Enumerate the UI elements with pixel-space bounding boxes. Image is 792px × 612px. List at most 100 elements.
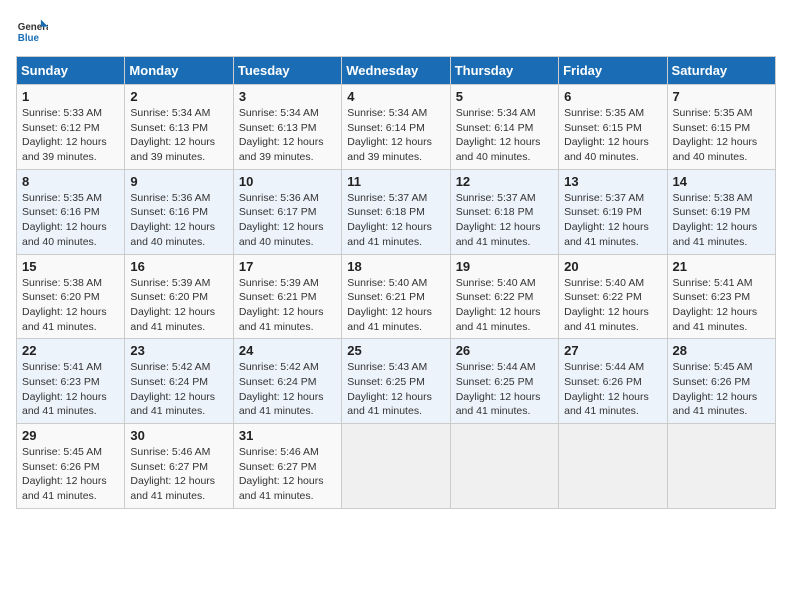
day-info: Sunrise: 5:43 AMSunset: 6:25 PMDaylight:… [347, 361, 432, 417]
calendar-cell [667, 424, 775, 509]
calendar-cell: 30 Sunrise: 5:46 AMSunset: 6:27 PMDaylig… [125, 424, 233, 509]
calendar-cell: 1 Sunrise: 5:33 AMSunset: 6:12 PMDayligh… [17, 85, 125, 170]
weekday-header: Monday [125, 57, 233, 85]
day-number: 10 [239, 174, 336, 189]
day-info: Sunrise: 5:39 AMSunset: 6:20 PMDaylight:… [130, 277, 215, 333]
day-info: Sunrise: 5:46 AMSunset: 6:27 PMDaylight:… [239, 446, 324, 502]
logo: General Blue [16, 16, 48, 48]
logo-icon: General Blue [16, 16, 48, 48]
calendar-cell: 10 Sunrise: 5:36 AMSunset: 6:17 PMDaylig… [233, 169, 341, 254]
day-number: 2 [130, 89, 227, 104]
day-info: Sunrise: 5:38 AMSunset: 6:19 PMDaylight:… [673, 192, 758, 248]
day-number: 27 [564, 343, 661, 358]
day-info: Sunrise: 5:44 AMSunset: 6:26 PMDaylight:… [564, 361, 649, 417]
day-info: Sunrise: 5:34 AMSunset: 6:14 PMDaylight:… [347, 107, 432, 163]
day-info: Sunrise: 5:37 AMSunset: 6:18 PMDaylight:… [456, 192, 541, 248]
calendar-table: SundayMondayTuesdayWednesdayThursdayFrid… [16, 56, 776, 509]
day-number: 26 [456, 343, 553, 358]
calendar-cell: 29 Sunrise: 5:45 AMSunset: 6:26 PMDaylig… [17, 424, 125, 509]
calendar-cell: 18 Sunrise: 5:40 AMSunset: 6:21 PMDaylig… [342, 254, 450, 339]
calendar-cell [450, 424, 558, 509]
day-info: Sunrise: 5:38 AMSunset: 6:20 PMDaylight:… [22, 277, 107, 333]
svg-text:Blue: Blue [18, 33, 40, 44]
day-number: 8 [22, 174, 119, 189]
calendar-cell [559, 424, 667, 509]
day-info: Sunrise: 5:42 AMSunset: 6:24 PMDaylight:… [239, 361, 324, 417]
day-info: Sunrise: 5:45 AMSunset: 6:26 PMDaylight:… [22, 446, 107, 502]
weekday-header: Thursday [450, 57, 558, 85]
day-number: 28 [673, 343, 770, 358]
day-number: 23 [130, 343, 227, 358]
calendar-cell: 23 Sunrise: 5:42 AMSunset: 6:24 PMDaylig… [125, 339, 233, 424]
day-info: Sunrise: 5:42 AMSunset: 6:24 PMDaylight:… [130, 361, 215, 417]
calendar-cell: 27 Sunrise: 5:44 AMSunset: 6:26 PMDaylig… [559, 339, 667, 424]
day-number: 13 [564, 174, 661, 189]
calendar-cell: 17 Sunrise: 5:39 AMSunset: 6:21 PMDaylig… [233, 254, 341, 339]
page-header: General Blue [16, 16, 776, 48]
calendar-cell: 21 Sunrise: 5:41 AMSunset: 6:23 PMDaylig… [667, 254, 775, 339]
day-info: Sunrise: 5:34 AMSunset: 6:13 PMDaylight:… [130, 107, 215, 163]
calendar-cell: 14 Sunrise: 5:38 AMSunset: 6:19 PMDaylig… [667, 169, 775, 254]
day-number: 16 [130, 259, 227, 274]
day-info: Sunrise: 5:45 AMSunset: 6:26 PMDaylight:… [673, 361, 758, 417]
calendar-cell: 11 Sunrise: 5:37 AMSunset: 6:18 PMDaylig… [342, 169, 450, 254]
calendar-week-row: 29 Sunrise: 5:45 AMSunset: 6:26 PMDaylig… [17, 424, 776, 509]
day-info: Sunrise: 5:37 AMSunset: 6:19 PMDaylight:… [564, 192, 649, 248]
day-info: Sunrise: 5:44 AMSunset: 6:25 PMDaylight:… [456, 361, 541, 417]
day-number: 17 [239, 259, 336, 274]
weekday-header: Saturday [667, 57, 775, 85]
calendar-week-row: 22 Sunrise: 5:41 AMSunset: 6:23 PMDaylig… [17, 339, 776, 424]
day-number: 29 [22, 428, 119, 443]
calendar-week-row: 15 Sunrise: 5:38 AMSunset: 6:20 PMDaylig… [17, 254, 776, 339]
day-number: 30 [130, 428, 227, 443]
day-number: 15 [22, 259, 119, 274]
day-number: 19 [456, 259, 553, 274]
calendar-cell [342, 424, 450, 509]
day-number: 4 [347, 89, 444, 104]
day-number: 22 [22, 343, 119, 358]
calendar-cell: 16 Sunrise: 5:39 AMSunset: 6:20 PMDaylig… [125, 254, 233, 339]
weekday-header: Tuesday [233, 57, 341, 85]
day-info: Sunrise: 5:36 AMSunset: 6:16 PMDaylight:… [130, 192, 215, 248]
day-info: Sunrise: 5:40 AMSunset: 6:22 PMDaylight:… [456, 277, 541, 333]
day-number: 21 [673, 259, 770, 274]
day-info: Sunrise: 5:36 AMSunset: 6:17 PMDaylight:… [239, 192, 324, 248]
calendar-cell: 6 Sunrise: 5:35 AMSunset: 6:15 PMDayligh… [559, 85, 667, 170]
day-info: Sunrise: 5:35 AMSunset: 6:16 PMDaylight:… [22, 192, 107, 248]
day-info: Sunrise: 5:40 AMSunset: 6:22 PMDaylight:… [564, 277, 649, 333]
calendar-cell: 4 Sunrise: 5:34 AMSunset: 6:14 PMDayligh… [342, 85, 450, 170]
calendar-cell: 5 Sunrise: 5:34 AMSunset: 6:14 PMDayligh… [450, 85, 558, 170]
day-number: 1 [22, 89, 119, 104]
calendar-cell: 15 Sunrise: 5:38 AMSunset: 6:20 PMDaylig… [17, 254, 125, 339]
day-info: Sunrise: 5:35 AMSunset: 6:15 PMDaylight:… [673, 107, 758, 163]
day-number: 3 [239, 89, 336, 104]
calendar-cell: 7 Sunrise: 5:35 AMSunset: 6:15 PMDayligh… [667, 85, 775, 170]
calendar-cell: 24 Sunrise: 5:42 AMSunset: 6:24 PMDaylig… [233, 339, 341, 424]
day-number: 20 [564, 259, 661, 274]
calendar-cell: 20 Sunrise: 5:40 AMSunset: 6:22 PMDaylig… [559, 254, 667, 339]
calendar-cell: 25 Sunrise: 5:43 AMSunset: 6:25 PMDaylig… [342, 339, 450, 424]
calendar-cell: 31 Sunrise: 5:46 AMSunset: 6:27 PMDaylig… [233, 424, 341, 509]
day-number: 31 [239, 428, 336, 443]
day-number: 5 [456, 89, 553, 104]
weekday-header: Wednesday [342, 57, 450, 85]
calendar-cell: 22 Sunrise: 5:41 AMSunset: 6:23 PMDaylig… [17, 339, 125, 424]
day-number: 18 [347, 259, 444, 274]
calendar-cell: 3 Sunrise: 5:34 AMSunset: 6:13 PMDayligh… [233, 85, 341, 170]
day-info: Sunrise: 5:35 AMSunset: 6:15 PMDaylight:… [564, 107, 649, 163]
day-number: 7 [673, 89, 770, 104]
calendar-cell: 19 Sunrise: 5:40 AMSunset: 6:22 PMDaylig… [450, 254, 558, 339]
weekday-header: Sunday [17, 57, 125, 85]
calendar-cell: 12 Sunrise: 5:37 AMSunset: 6:18 PMDaylig… [450, 169, 558, 254]
day-info: Sunrise: 5:34 AMSunset: 6:14 PMDaylight:… [456, 107, 541, 163]
day-number: 9 [130, 174, 227, 189]
day-number: 11 [347, 174, 444, 189]
day-number: 25 [347, 343, 444, 358]
day-info: Sunrise: 5:33 AMSunset: 6:12 PMDaylight:… [22, 107, 107, 163]
weekday-header: Friday [559, 57, 667, 85]
calendar-week-row: 1 Sunrise: 5:33 AMSunset: 6:12 PMDayligh… [17, 85, 776, 170]
calendar-header-row: SundayMondayTuesdayWednesdayThursdayFrid… [17, 57, 776, 85]
calendar-cell: 13 Sunrise: 5:37 AMSunset: 6:19 PMDaylig… [559, 169, 667, 254]
calendar-week-row: 8 Sunrise: 5:35 AMSunset: 6:16 PMDayligh… [17, 169, 776, 254]
day-info: Sunrise: 5:46 AMSunset: 6:27 PMDaylight:… [130, 446, 215, 502]
